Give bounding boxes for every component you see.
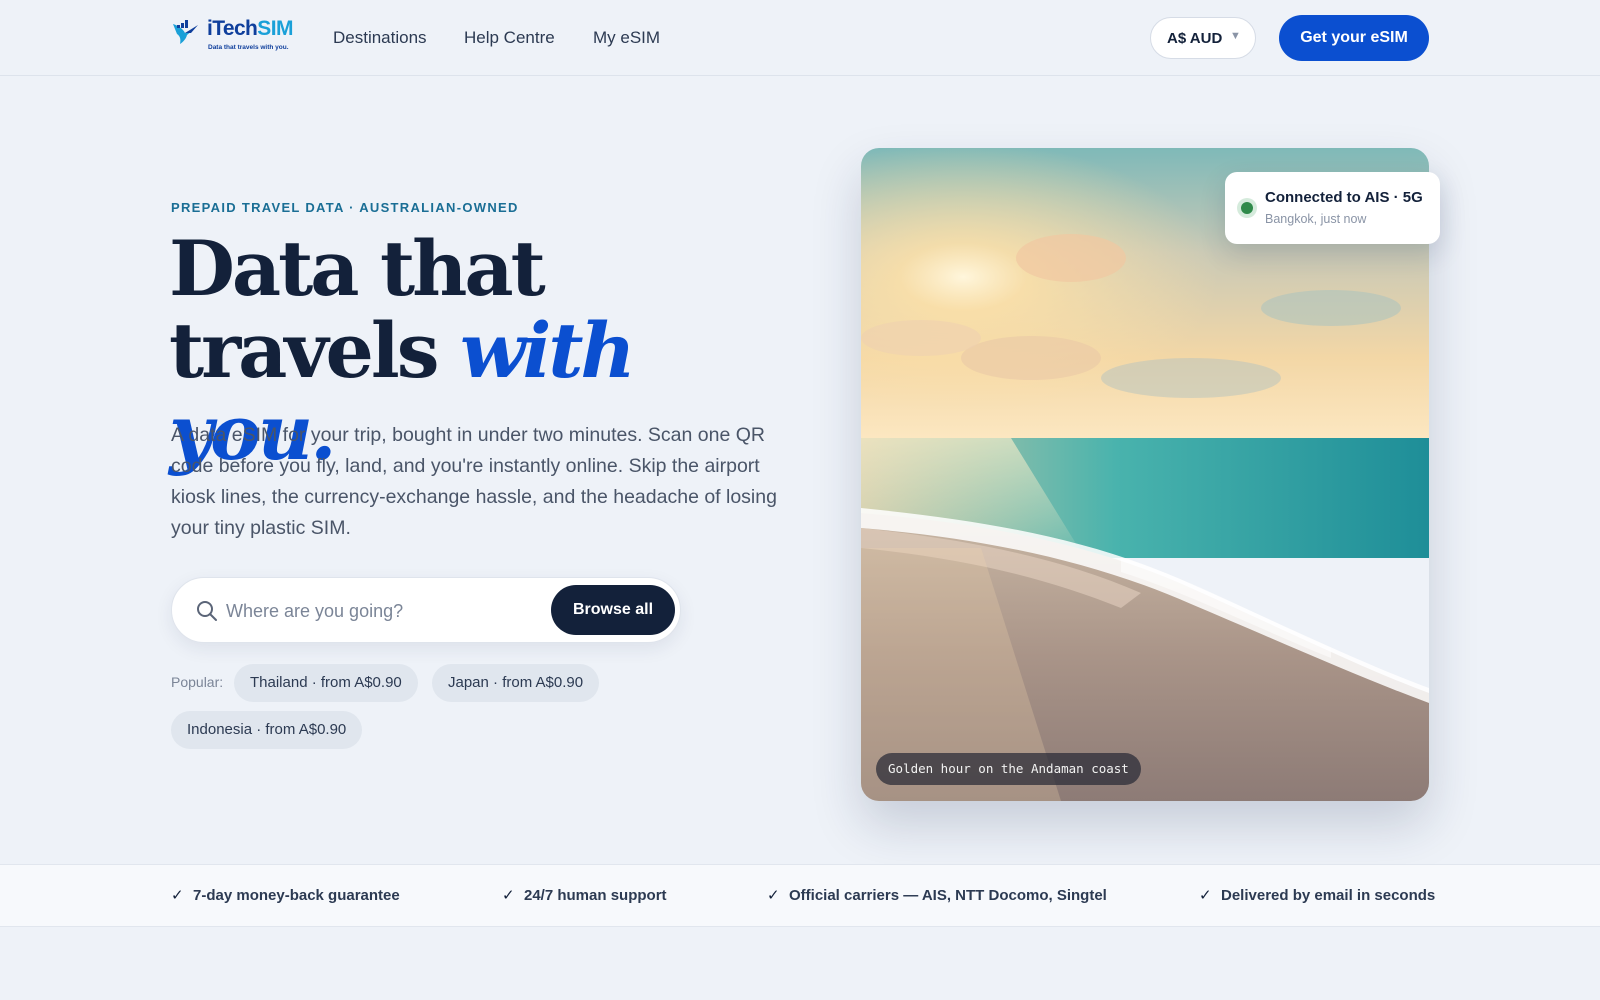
nav-help-centre[interactable]: Help Centre xyxy=(464,27,555,49)
trust-item-delivery: ✓ Delivered by email in seconds xyxy=(1199,886,1435,904)
get-esim-button[interactable]: Get your eSIM xyxy=(1279,15,1429,61)
popular-chip-indonesia[interactable]: Indonesia · from A$0.90 xyxy=(171,711,363,749)
browse-all-button[interactable]: Browse all xyxy=(551,585,675,635)
trust-text-guarantee: 7-day money-back guarantee xyxy=(193,887,400,904)
popular-chip-japan[interactable]: Japan · from A$0.90 xyxy=(432,664,600,702)
check-icon: ✓ xyxy=(1199,887,1212,904)
hero-description: A data eSIM for your trip, bought in und… xyxy=(171,424,777,539)
currency-value: A$ AUD xyxy=(1167,30,1223,47)
trust-item-support: ✓ 24/7 human support xyxy=(502,886,667,904)
nav-my-esim[interactable]: My eSIM xyxy=(593,27,660,49)
headline-line2: travels xyxy=(169,306,461,395)
trust-text-support: 24/7 human support xyxy=(524,887,667,904)
trust-item-carriers: ✓ Official carriers — AIS, NTT Docomo, Si… xyxy=(767,886,1107,904)
hero-eyebrow: PREPAID TRAVEL DATA · AUSTRALIAN-OWNED xyxy=(171,200,519,215)
connection-status-title: Connected to AIS · 5G xyxy=(1265,189,1423,206)
trust-item-guarantee: ✓ 7-day money-back guarantee xyxy=(171,886,400,904)
check-icon: ✓ xyxy=(767,887,780,904)
trust-text-carriers: Official carriers — AIS, NTT Docomo, Sin… xyxy=(789,887,1107,904)
beach-sunset-image xyxy=(861,148,1429,801)
hero-beach-photo: Golden hour on the Andaman coast xyxy=(861,148,1429,801)
trust-text-delivery: Delivered by email in seconds xyxy=(1221,887,1436,904)
destination-search-input[interactable] xyxy=(226,595,536,627)
photo-caption: Golden hour on the Andaman coast xyxy=(876,753,1141,785)
brand-name-part1: iTech xyxy=(207,17,258,40)
popular-chip-thailand[interactable]: Thailand · from A$0.90 xyxy=(234,664,418,702)
brand-wordmark: iTechSIM xyxy=(207,17,293,41)
trust-strip: ✓ 7-day money-back guarantee ✓ 24/7 human … xyxy=(0,864,1600,927)
brand-tagline: Data that travels with you. xyxy=(208,44,289,51)
brand-logo[interactable]: iTechSIM Data that travels with you. xyxy=(171,14,293,54)
search-icon xyxy=(197,601,217,621)
brand-name-part2: SIM xyxy=(257,17,293,40)
currency-select[interactable]: A$ AUD ▼ xyxy=(1150,17,1256,59)
online-status-dot-icon xyxy=(1241,202,1253,214)
connection-status-subtitle: Bangkok, just now xyxy=(1265,212,1367,226)
connection-status-card: Connected to AIS · 5G Bangkok, just now xyxy=(1225,172,1440,244)
signal-bars-icon xyxy=(177,20,188,28)
popular-label: Popular: xyxy=(171,674,224,690)
check-icon: ✓ xyxy=(502,887,515,904)
destination-search: Browse all xyxy=(171,577,681,643)
headline-line1: Data that xyxy=(169,224,546,313)
caret-down-icon: ▼ xyxy=(1230,30,1241,42)
site-header: iTechSIM Data that travels with you. Des… xyxy=(0,0,1600,76)
nav-destinations[interactable]: Destinations xyxy=(333,27,427,49)
check-icon: ✓ xyxy=(171,887,184,904)
